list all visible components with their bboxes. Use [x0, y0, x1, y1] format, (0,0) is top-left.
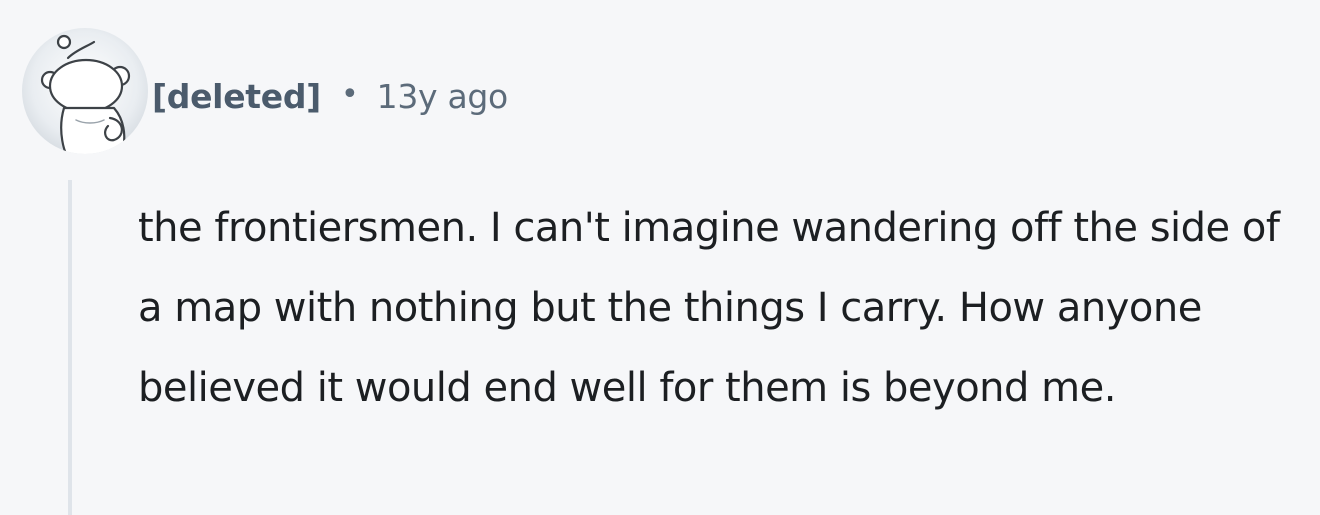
comment: [deleted] • 13y ago the frontiersmen. I … — [0, 0, 1320, 515]
avatar[interactable] — [22, 28, 148, 154]
thread-collapse-line[interactable] — [68, 180, 72, 515]
snoo-avatar-icon — [22, 28, 148, 154]
comment-meta: [deleted] • 13y ago — [152, 70, 508, 122]
meta-separator: • — [340, 76, 359, 112]
timestamp[interactable]: 13y ago — [377, 77, 509, 116]
author-link[interactable]: [deleted] — [152, 77, 321, 116]
comment-body: the frontiersmen. I can't imagine wander… — [138, 205, 1280, 411]
